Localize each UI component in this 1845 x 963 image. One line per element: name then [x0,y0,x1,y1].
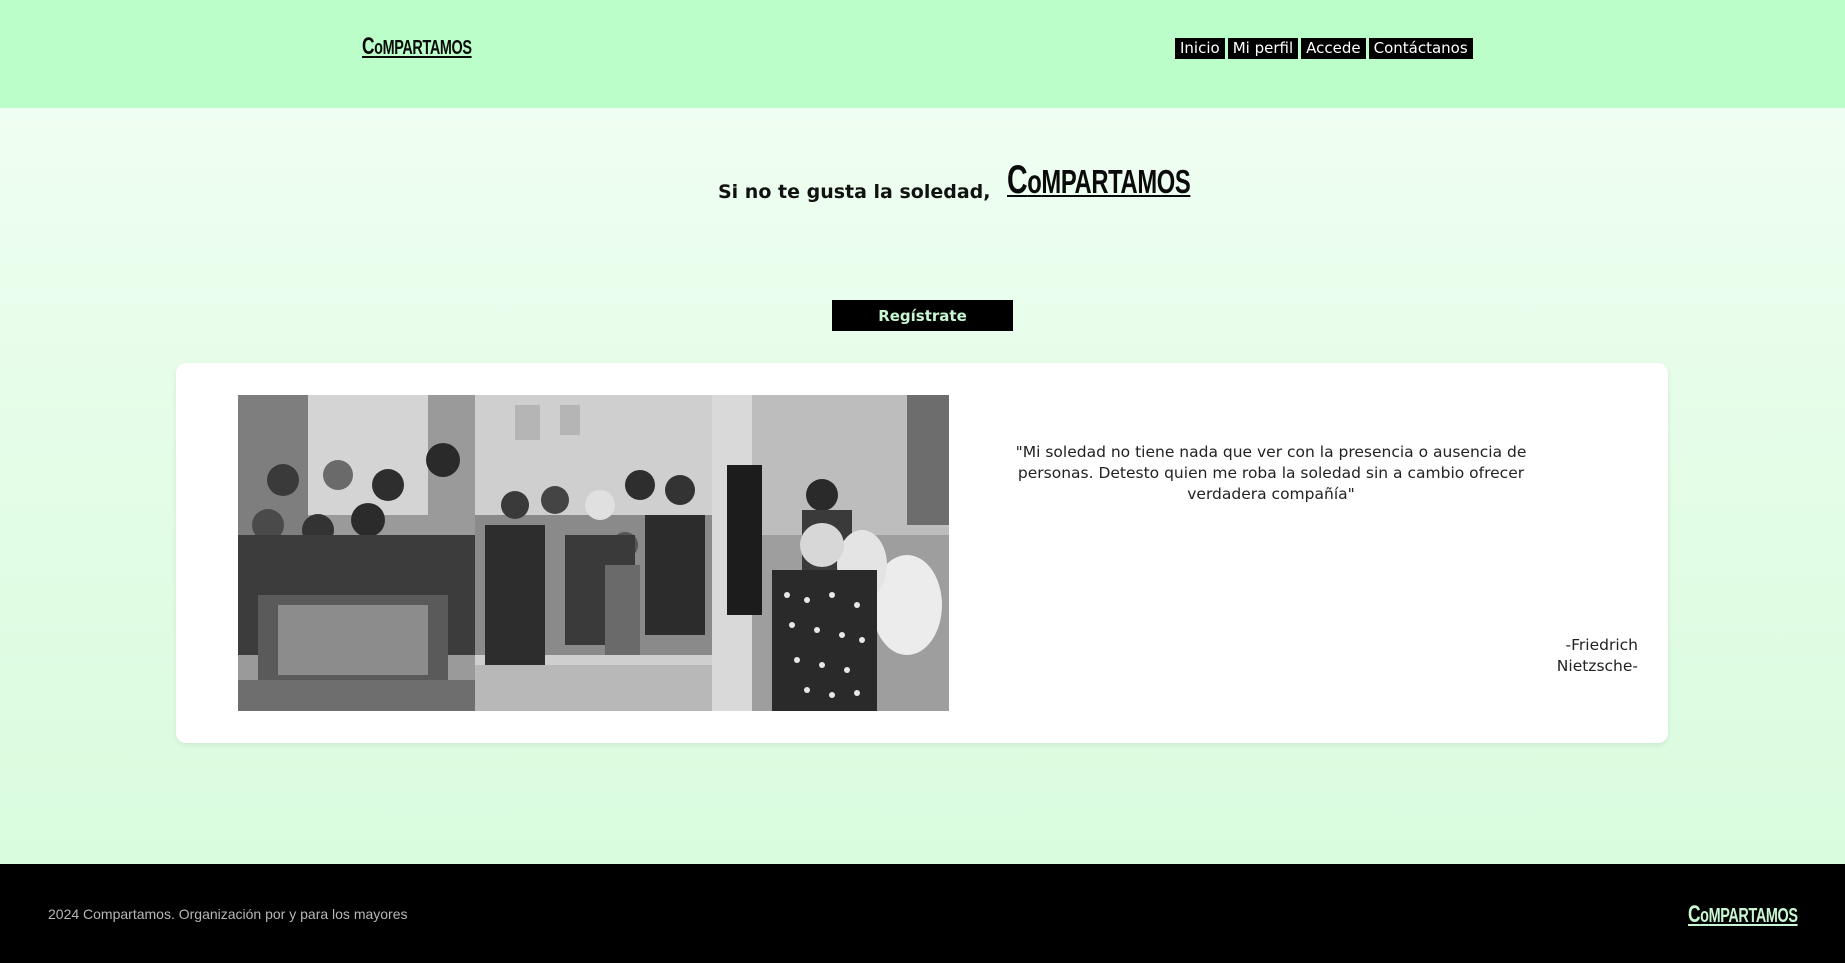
author-line: Nietzsche- [1556,657,1638,675]
logo-letter: o [1026,163,1042,200]
logo-text: MPARTAMOS [1708,905,1798,927]
site-header: CoMPARTAMOS Inicio Mi perfil Accede Cont… [0,0,1845,108]
hero-tagline: Si no te gusta la soledad, CoMPARTAMOS [718,158,1261,203]
logo-letter: C [362,33,375,60]
nav-contactanos[interactable]: Contáctanos [1368,38,1473,59]
main-nav: Inicio Mi perfil Accede Contáctanos [1175,38,1473,59]
site-footer: 2024 Compartamos. Organización por y par… [0,864,1845,963]
register-button[interactable]: Regístrate [832,300,1013,331]
photo-collage [238,395,949,711]
logo-letter: o [374,37,383,59]
logo-letter: C [1006,158,1028,202]
logo-letter: C [1688,901,1701,928]
photo-family-group [238,395,475,711]
nav-accede[interactable]: Accede [1301,38,1366,59]
quote-text: "Mi soledad no tiene nada que ver con la… [1015,442,1527,503]
author-line: -Friedrich [1565,636,1638,654]
hero-logo-wrap: CoMPARTAMOS [1007,158,1262,203]
photo-sofa-group [475,395,712,711]
header-logo[interactable]: CoMPARTAMOS [362,33,472,61]
logo-text: MPARTAMOS [382,37,472,59]
hero-logo: CoMPARTAMOS [1006,158,1191,203]
tagline-text: Si no te gusta la soledad, [718,181,991,203]
footer-logo[interactable]: CoMPARTAMOS [1688,901,1798,929]
photo-grandmother [712,395,949,711]
nav-mi-perfil[interactable]: Mi perfil [1227,38,1299,59]
quote-author: -Friedrich Nietzsche- [1538,635,1638,677]
logo-text: MPARTAMOS [1040,163,1190,200]
nav-inicio[interactable]: Inicio [1175,38,1225,59]
quote-card: "Mi soledad no tiene nada que ver con la… [176,363,1668,743]
logo-letter: o [1700,905,1709,927]
copyright-text: 2024 Compartamos. Organización por y par… [48,906,408,922]
